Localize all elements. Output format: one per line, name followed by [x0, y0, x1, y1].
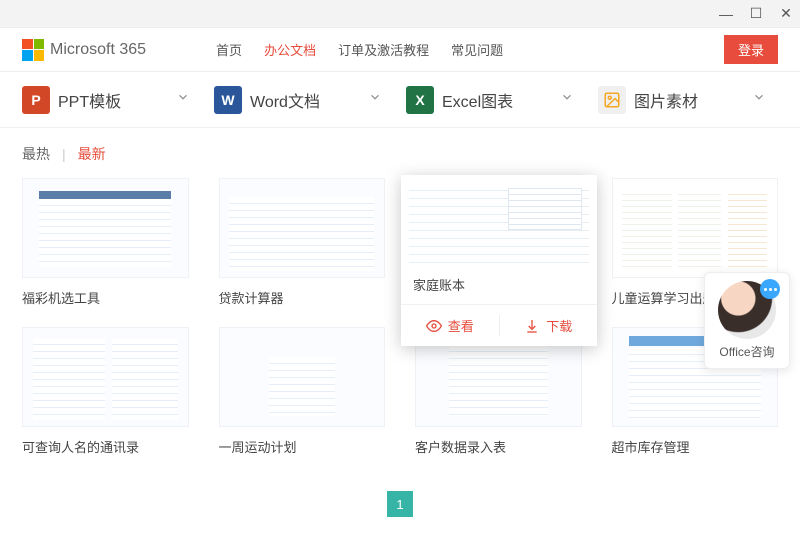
nav-docs[interactable]: 办公文档 [264, 40, 316, 59]
login-button[interactable]: 登录 [724, 35, 778, 64]
template-card[interactable]: 福彩机选工具 [22, 178, 189, 307]
preview-actions: 查看 下载 [401, 304, 597, 346]
avatar [718, 281, 776, 339]
thumbnail [22, 178, 189, 278]
close-icon[interactable]: ✕ [778, 6, 794, 22]
header: Microsoft 365 首页 办公文档 订单及激活教程 常见问题 登录 [0, 28, 800, 72]
preview-title: 家庭账本 [401, 275, 597, 304]
thumbnail [219, 178, 386, 278]
ms-logo-icon [22, 39, 44, 61]
template-card[interactable]: 客户数据录入表 [415, 327, 582, 456]
chat-label: Office咨询 [713, 343, 781, 360]
page-button[interactable]: 1 [387, 491, 413, 517]
template-card[interactable]: 可查询人名的通讯录 [22, 327, 189, 456]
word-icon: W [214, 86, 242, 114]
chevron-down-icon [176, 90, 190, 109]
chevron-down-icon [560, 90, 574, 109]
thumbnail [22, 327, 189, 427]
view-button[interactable]: 查看 [401, 305, 499, 346]
card-title: 贷款计算器 [219, 288, 386, 307]
image-icon [598, 86, 626, 114]
card-title: 福彩机选工具 [22, 288, 189, 307]
excel-icon: X [406, 86, 434, 114]
nav-home[interactable]: 首页 [216, 40, 242, 59]
chat-bubble-icon [760, 279, 780, 299]
window-titlebar: — ☐ ✕ [0, 0, 800, 28]
chevron-down-icon [752, 90, 766, 109]
filter-hot[interactable]: 最热 [22, 144, 50, 164]
thumbnail [612, 178, 779, 278]
card-title: 客户数据录入表 [415, 437, 582, 456]
cat-excel[interactable]: X Excel图表 [400, 86, 592, 114]
filter-new[interactable]: 最新 [78, 144, 106, 164]
main-nav: 首页 办公文档 订单及激活教程 常见问题 [216, 40, 503, 59]
card-title: 超市库存管理 [612, 437, 779, 456]
ppt-icon: P [22, 86, 50, 114]
thumbnail [219, 327, 386, 427]
card-title: 一周运动计划 [219, 437, 386, 456]
filter-row: 最热 | 最新 [0, 128, 800, 178]
template-card[interactable]: 一周运动计划 [219, 327, 386, 456]
chat-widget[interactable]: Office咨询 [704, 272, 790, 369]
template-grid: 福彩机选工具 贷款计算器 家庭账本 儿童运算学习出题 可查询人名的通讯录 一周运… [0, 178, 800, 466]
brand-text: Microsoft 365 [50, 41, 146, 59]
card-title: 可查询人名的通讯录 [22, 437, 189, 456]
cat-ppt[interactable]: P PPT模板 [16, 86, 208, 114]
minimize-icon[interactable]: — [718, 6, 734, 22]
maximize-icon[interactable]: ☐ [748, 6, 764, 22]
template-card[interactable]: 贷款计算器 [219, 178, 386, 307]
separator: | [62, 146, 66, 162]
download-button[interactable]: 下载 [500, 305, 598, 346]
cat-word[interactable]: W Word文档 [208, 86, 400, 114]
preview-popover: 家庭账本 查看 下载 [401, 175, 597, 346]
nav-faq[interactable]: 常见问题 [451, 40, 503, 59]
nav-orders[interactable]: 订单及激活教程 [338, 40, 429, 59]
pagination: 1 [387, 491, 413, 517]
download-icon [524, 318, 540, 334]
eye-icon [426, 318, 442, 334]
chevron-down-icon [368, 90, 382, 109]
cat-img[interactable]: 图片素材 [592, 86, 784, 114]
category-bar: P PPT模板 W Word文档 X Excel图表 图片素材 [0, 72, 800, 128]
logo: Microsoft 365 [22, 39, 146, 61]
preview-thumbnail [401, 175, 597, 275]
